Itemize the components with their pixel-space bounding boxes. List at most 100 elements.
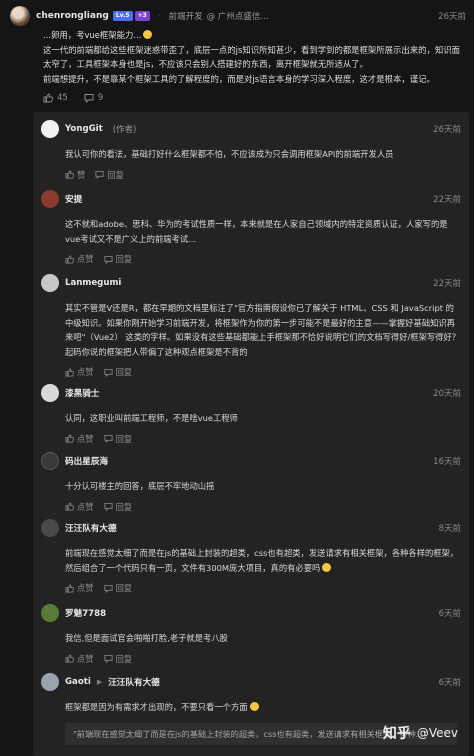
comment-icon — [95, 171, 104, 180]
reply-button[interactable]: 回复 — [104, 253, 133, 265]
reply-count-button[interactable]: 9 — [84, 93, 103, 103]
like-button[interactable]: 点赞 — [65, 253, 94, 265]
emoji-icon — [322, 562, 332, 572]
like-button[interactable]: 点赞 — [65, 653, 94, 665]
reply-label: 回复 — [115, 433, 133, 444]
comment-icon — [104, 255, 113, 264]
reply-body: 其实不管是V还是R，都在早期的文档里标注了"官方指南假设你已了解关于 HTML、… — [65, 303, 461, 357]
reply-author[interactable]: 罗魅7788 — [65, 607, 106, 619]
reply-time: 22天前 — [433, 195, 461, 205]
location-text: 广州点盛信... — [217, 12, 269, 22]
reply-button[interactable]: 回复 — [104, 366, 133, 378]
thumbs-up-icon — [65, 584, 74, 593]
reply-author[interactable]: 汪汪队有大德 — [65, 522, 117, 534]
like-button[interactable]: 点赞 — [65, 501, 94, 513]
reply-body: 我信,但是面试官会啪啪打脸,老子就是考八股 — [65, 633, 228, 643]
reply-body: 我认可你的看法，基础打好什么框架都不怕，不应该成为只会调用框架API的前端开发人… — [65, 149, 394, 159]
reply-to-user[interactable]: 汪汪队有大德 — [108, 676, 160, 688]
like-label: 点赞 — [77, 653, 94, 664]
reply-button[interactable]: 回复 — [104, 582, 133, 594]
reply-author[interactable]: 漆黑骑士 — [65, 387, 99, 399]
thumbs-up-icon — [65, 502, 74, 511]
avatar[interactable] — [41, 384, 59, 402]
reply-author[interactable]: Lanmegumi — [65, 278, 121, 288]
reply-count: 9 — [97, 93, 104, 103]
reply-body: 前端现在感觉太细了而是在js的基础上封装的超类，css也有超类，发送请求有相关框… — [65, 546, 461, 575]
avatar[interactable] — [41, 673, 59, 691]
main-comment-header: chenrongliang Lv.5 +3 · 前端开发 @ 广州点盛信... … — [10, 6, 466, 26]
reply-author[interactable]: 安提 — [65, 193, 82, 205]
comment-actions: 45 9 — [43, 93, 466, 103]
like-label: 点赞 — [77, 433, 94, 444]
reply-text: 前端现在感觉太细了而是在js的基础上封装的超类，css也有超类，发送请求有相关框… — [65, 548, 459, 573]
thumbs-up-icon — [65, 170, 74, 179]
reply-time: 20天前 — [433, 389, 461, 399]
reply-item: 汪汪队有大德 8天前 前端现在感觉太细了而是在js的基础上封装的超类，css也有… — [33, 519, 469, 594]
reply-item: 安提 22天前 这不就和adobe、思科、华为的考试性质一样，本来就是在人家自己… — [33, 190, 469, 265]
like-button[interactable]: 点赞 — [65, 366, 94, 378]
reply-button[interactable]: 回复 — [104, 653, 133, 665]
comment-time: 26天前 — [438, 12, 466, 22]
like-button[interactable]: 赞 — [65, 169, 85, 181]
reply-label: 回复 — [115, 254, 133, 265]
comment-icon — [104, 368, 113, 377]
emoji-icon — [249, 702, 259, 711]
reply-author[interactable]: Gaoti — [65, 677, 91, 687]
avatar[interactable] — [41, 190, 59, 208]
comment-icon — [84, 94, 94, 103]
like-label: 点赞 — [77, 501, 94, 512]
thumbs-up-icon — [65, 434, 74, 443]
reply-body: 认同，这职业叫前端工程师，不是啥vue工程师 — [65, 413, 238, 423]
like-label: 赞 — [77, 169, 86, 180]
member-badge: +3 — [134, 11, 150, 21]
like-label: 点赞 — [77, 367, 94, 378]
reply-item: 码出星辰海 16天前 十分认可楼主的回答，底层不牢地动山摇 点赞 回复 — [33, 452, 469, 513]
author-name[interactable]: chenrongliang — [36, 11, 109, 21]
comment-line: ...卵用，考vue框架能力... — [43, 30, 142, 40]
reply-label: 回复 — [115, 583, 133, 594]
like-button[interactable]: 点赞 — [65, 433, 94, 445]
avatar[interactable] — [41, 604, 59, 622]
like-count: 45 — [57, 93, 68, 103]
emoji-icon — [143, 30, 153, 39]
reply-label: 回复 — [107, 169, 124, 180]
comment-body: ...卵用，考vue框架能力... 这一代的前端都给这些框架迷惑带歪了，底层一点… — [43, 28, 466, 86]
reply-time: 6天前 — [438, 678, 461, 688]
reply-button[interactable]: 回复 — [104, 433, 133, 445]
reply-author[interactable]: 码出星辰海 — [65, 455, 108, 467]
author-location: @ 广州点盛信... — [206, 12, 269, 22]
separator: · — [157, 11, 161, 21]
thumbs-up-icon — [65, 368, 74, 377]
reply-button[interactable]: 回复 — [104, 501, 133, 513]
avatar[interactable] — [41, 519, 59, 537]
reply-time: 26天前 — [433, 125, 461, 135]
avatar[interactable] — [41, 452, 59, 470]
avatar[interactable] — [41, 274, 59, 292]
like-label: 点赞 — [77, 583, 94, 594]
avatar[interactable] — [41, 120, 59, 138]
level-badge: Lv.5 — [112, 11, 133, 21]
reply-body: 这不就和adobe、思科、华为的考试性质一样，本来就是在人家自己领域内的特定资质… — [65, 219, 448, 244]
reply-label: 回复 — [115, 367, 133, 378]
thumbs-up-icon — [65, 654, 74, 663]
zhihu-logo: 知乎 — [382, 726, 411, 742]
reply-item: YongGit (作者) 26天前 我认可你的看法，基础打好什么框架都不怕，不应… — [33, 120, 469, 181]
reply-time: 22天前 — [433, 279, 461, 289]
reply-arrow-icon: ▶ — [96, 678, 103, 686]
thumbs-up-icon — [43, 93, 53, 103]
reply-label: 回复 — [115, 653, 133, 664]
reply-item: Lanmegumi 22天前 其实不管是V还是R，都在早期的文档里标注了"官方指… — [33, 274, 469, 378]
comment-icon — [104, 584, 113, 593]
thumbs-up-icon — [65, 255, 74, 264]
like-button[interactable]: 点赞 — [65, 582, 94, 594]
comment-line: 前端想提升，不是靠某个框架工具的了解程度的，而是对js语言本身的学习深入程度，这… — [43, 73, 435, 84]
reply-button[interactable]: 回复 — [95, 169, 124, 181]
watermark-handle: @Veev — [416, 726, 458, 740]
like-button[interactable]: 45 — [43, 93, 68, 103]
avatar[interactable] — [10, 6, 30, 26]
reply-author[interactable]: YongGit — [65, 124, 103, 134]
reply-label: 回复 — [115, 501, 133, 512]
comment-icon — [104, 655, 113, 664]
reply-item: 罗魅7788 6天前 我信,但是面试官会啪啪打脸,老子就是考八股 点赞 回复 — [33, 604, 469, 665]
watermark: 知乎 @Veev — [383, 723, 458, 743]
